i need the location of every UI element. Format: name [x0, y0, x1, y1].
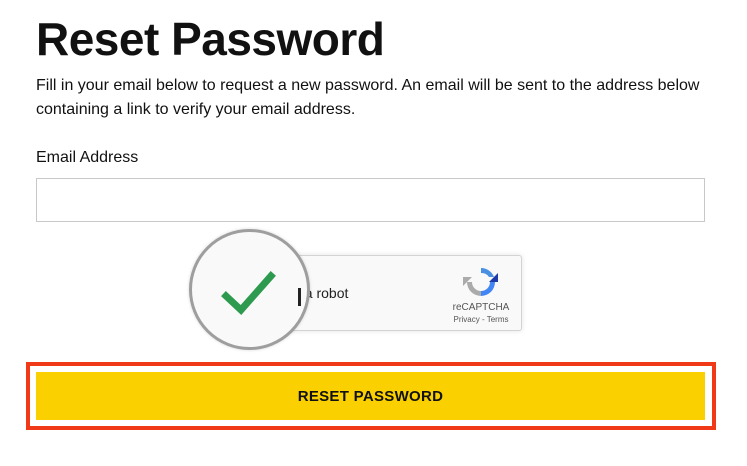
recaptcha-brand: reCAPTCHA — [452, 302, 510, 313]
page-description: Fill in your email below to request a ne… — [36, 77, 700, 118]
email-label: Email Address — [36, 149, 139, 166]
recaptcha-logo-icon — [463, 268, 498, 296]
recaptcha-privacy-link[interactable]: Privacy — [454, 315, 480, 324]
checkmark-icon — [221, 271, 276, 316]
reset-password-button[interactable]: RESET PASSWORD — [36, 372, 705, 420]
email-field[interactable] — [36, 178, 705, 222]
text-cursor-icon — [298, 288, 301, 306]
recaptcha-terms-link[interactable]: Terms — [487, 315, 509, 324]
page-title: Reset Password — [36, 13, 385, 65]
recaptcha-links: Privacy - Terms — [446, 315, 516, 324]
recaptcha-checkbox[interactable] — [189, 229, 310, 350]
reset-password-page: Reset Password Fill in your email below … — [0, 0, 747, 466]
recaptcha-link-separator: - — [479, 315, 487, 324]
